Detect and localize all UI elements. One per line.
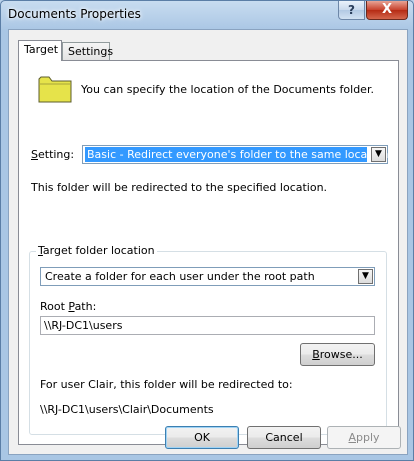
setting-label: Setting:	[31, 148, 75, 161]
dialog-body: Target Settings You can specify the loca…	[8, 29, 408, 455]
location-value: Create a folder for each user under the …	[45, 270, 315, 283]
close-button[interactable]: X	[366, 1, 408, 20]
setting-dropdown[interactable]: Basic - Redirect everyone's folder to th…	[82, 145, 388, 164]
group-label: Target folder location	[36, 244, 157, 257]
cancel-button[interactable]: Cancel	[247, 426, 321, 449]
chevron-down-icon[interactable]: ▼	[358, 269, 373, 284]
browse-button[interactable]: Browse...	[300, 343, 375, 366]
target-tab-panel: You can specify the location of the Docu…	[18, 60, 399, 445]
chevron-down-icon[interactable]: ▼	[371, 147, 386, 162]
apply-button[interactable]: Apply	[327, 426, 401, 449]
tab-settings[interactable]: Settings	[62, 42, 113, 61]
example-text: For user Clair, this folder will be redi…	[40, 378, 293, 391]
redirect-info-text: This folder will be redirected to the sp…	[31, 181, 328, 194]
help-button[interactable]: ?	[338, 1, 365, 20]
example-path: \\RJ-DC1\users\Clair\Documents	[40, 403, 214, 416]
tab-target[interactable]: Target	[18, 40, 62, 61]
title-bar[interactable]: Documents Properties ? X	[1, 1, 413, 29]
description-text: You can specify the location of the Docu…	[81, 83, 374, 96]
setting-value: Basic - Redirect everyone's folder to th…	[85, 147, 389, 162]
root-path-label: Root Path:	[40, 300, 97, 313]
root-path-input[interactable]: \\RJ-DC1\users	[40, 316, 375, 335]
ok-button[interactable]: OK	[165, 426, 239, 449]
folder-icon	[38, 76, 72, 103]
location-dropdown[interactable]: Create a folder for each user under the …	[40, 267, 375, 286]
properties-window: Documents Properties ? X Target Settings…	[0, 0, 414, 461]
window-title: Documents Properties	[8, 7, 141, 21]
